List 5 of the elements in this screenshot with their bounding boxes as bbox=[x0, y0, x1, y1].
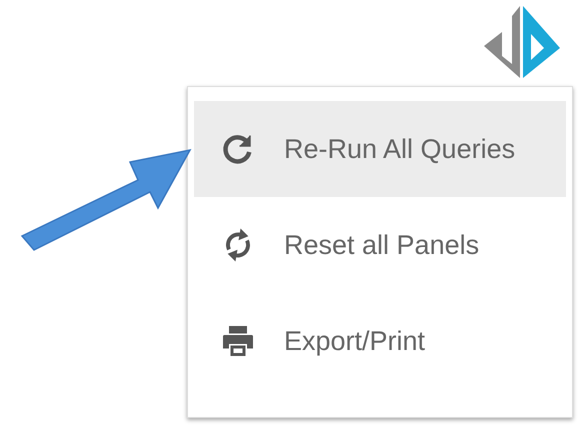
menu-item[interactable]: Export/Print bbox=[194, 293, 566, 389]
printer-icon bbox=[220, 323, 256, 359]
menu-item[interactable]: Reset all Panels bbox=[194, 197, 566, 293]
logo-icon bbox=[482, 4, 562, 80]
menu-item[interactable]: Re-Run All Queries bbox=[194, 101, 566, 197]
